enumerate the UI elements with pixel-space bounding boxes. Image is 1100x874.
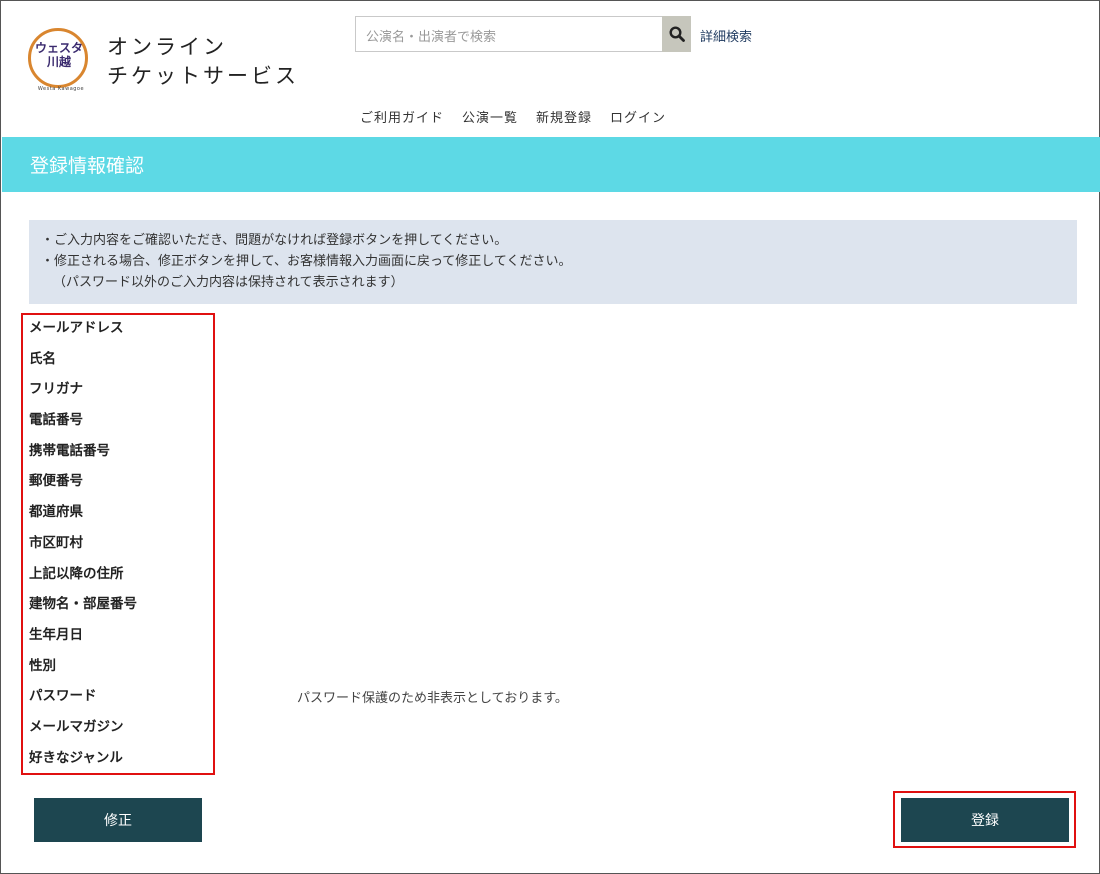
notice-line2: ・修正される場合、修正ボタンを押して、お客様情報入力画面に戻って修正してください… (41, 254, 572, 269)
site-title[interactable]: オンライン チケットサービス (107, 33, 299, 91)
field-label-newsletter: メールマガジン (29, 718, 124, 735)
logo-text-line1: ウェスタ (34, 41, 83, 55)
field-label-email: メールアドレス (29, 320, 124, 336)
field-value-password: パスワード保護のため非表示としております。 (297, 691, 568, 706)
notice-line1: ・ご入力内容をご確認いただき、問題がなければ登録ボタンを押してください。 (41, 233, 508, 248)
search-input[interactable]: 公演名・出演者で検索 (355, 16, 663, 52)
notice-line3: （パスワード以外のご入力内容は保持されて表示されます） (53, 275, 404, 290)
main-nav: ご利用ガイド 公演一覧 新規登録 ログイン (360, 107, 666, 126)
logo-text-line2: 川越 (46, 55, 71, 69)
register-button[interactable]: 登録 (901, 798, 1069, 842)
nav-item-register[interactable]: 新規登録 (536, 107, 592, 126)
nav-item-login[interactable]: ログイン (610, 107, 666, 126)
field-label-birthdate: 生年月日 (29, 626, 83, 643)
field-label-city: 市区町村 (29, 534, 83, 551)
field-label-name: 氏名 (29, 350, 56, 367)
field-label-password: パスワード (29, 688, 97, 705)
field-label-furigana: フリガナ (29, 381, 83, 398)
nav-item-guide[interactable]: ご利用ガイド (360, 107, 444, 126)
site-title-line2: チケットサービス (107, 64, 299, 88)
field-label-postal-code: 郵便番号 (29, 473, 83, 490)
field-list: メールアドレス 氏名 フリガナ 電話番号 携帯電話番号 郵便番号 都道府県 市区… (29, 317, 209, 777)
detail-search-link[interactable]: 詳細検索 (700, 26, 752, 45)
search-icon (668, 26, 685, 42)
field-label-phone: 電話番号 (29, 412, 83, 429)
field-label-address: 上記以降の住所 (29, 565, 124, 582)
field-label-genre: 好きなジャンル (29, 749, 123, 766)
field-label-building: 建物名・部屋番号 (29, 596, 137, 613)
nav-item-performances[interactable]: 公演一覧 (462, 107, 518, 126)
edit-button[interactable]: 修正 (34, 798, 202, 842)
logo-subtext: Westa Kawagoe (37, 86, 85, 92)
site-title-line1: オンライン (107, 35, 227, 59)
page-frame: ウェスタ 川越 Westa Kawagoe オンライン チケットサービス 公演名… (0, 0, 1100, 874)
notice-box: ・ご入力内容をご確認いただき、問題がなければ登録ボタンを押してください。 ・修正… (29, 220, 1077, 304)
page-title-banner: 登録情報確認 (2, 137, 1100, 192)
field-label-prefecture: 都道府県 (29, 504, 83, 521)
page-title: 登録情報確認 (30, 155, 145, 177)
field-label-gender: 性別 (29, 657, 56, 674)
field-label-mobile: 携帯電話番号 (29, 442, 110, 459)
logo-text: ウェスタ 川越 (32, 41, 86, 69)
search-button[interactable] (662, 16, 691, 52)
site-logo[interactable]: ウェスタ 川越 Westa Kawagoe (28, 28, 94, 94)
